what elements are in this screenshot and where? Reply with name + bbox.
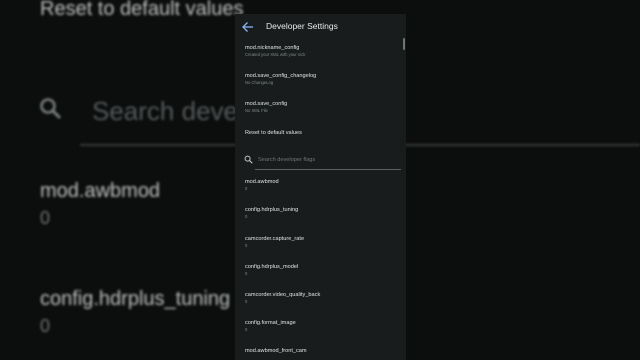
reset-to-default-button[interactable]: Reset to default values	[245, 130, 395, 137]
flag-label: config.hdrplus_model	[245, 264, 299, 270]
bg-search-icon	[40, 98, 62, 120]
setting-value: No ChangeLog	[245, 80, 274, 85]
bg-item1-value: 0	[40, 208, 51, 228]
flag-value: 0	[245, 327, 248, 332]
flag-item[interactable]: camcorder.capture_rate 0	[245, 236, 395, 249]
search-icon	[244, 155, 253, 164]
flag-value: 0	[245, 271, 248, 276]
bg-item2-label: config.hdrplus_tuning	[40, 288, 231, 310]
bg-item1-label: mod.awbmod	[40, 180, 161, 202]
flag-value: 0	[245, 243, 248, 248]
search-bar	[235, 152, 406, 174]
bg-item2-value: 0	[40, 316, 51, 336]
setting-nickname-config[interactable]: mod.nickname_config Created your XML wit…	[245, 45, 395, 58]
flag-value: 0	[245, 186, 248, 191]
flag-value: 0	[245, 214, 248, 219]
flag-label: camcorder.capture_rate	[245, 236, 305, 242]
setting-save-config-changelog[interactable]: mod.save_config_changelog No ChangeLog	[245, 73, 395, 86]
flag-label: config.format_image	[245, 320, 296, 326]
flag-item[interactable]: camcorder.video_quality_back 0	[245, 292, 395, 305]
flag-item[interactable]: mod.awbmod_front_cam	[245, 348, 395, 355]
flag-item[interactable]: config.hdrplus_model 0	[245, 264, 395, 277]
search-input[interactable]	[258, 155, 398, 165]
flag-label: mod.awbmod_front_cam	[245, 348, 307, 354]
flag-label: config.hdrplus_tuning	[245, 207, 299, 213]
developer-settings-screen: Developer Settings mod.nickname_config C…	[235, 14, 406, 360]
reset-label: Reset to default values	[245, 130, 302, 136]
scrollbar-thumb[interactable]	[403, 38, 405, 50]
setting-value: No XML File	[245, 108, 268, 113]
flag-item[interactable]: mod.awbmod 0	[245, 179, 395, 192]
page-title: Developer Settings	[266, 21, 338, 31]
bg-reset-text: Reset to default values	[40, 0, 244, 20]
flag-item[interactable]: config.hdrplus_tuning 0	[245, 207, 395, 220]
bg-search-text: Search develo	[92, 96, 259, 126]
setting-label: mod.save_config	[245, 101, 288, 107]
arrow-back-icon[interactable]	[241, 20, 255, 34]
setting-value: Created your XML with your nick	[245, 52, 306, 57]
setting-label: mod.nickname_config	[245, 45, 300, 51]
flag-value: 0	[245, 299, 248, 304]
flag-label: camcorder.video_quality_back	[245, 292, 321, 298]
flag-label: mod.awbmod	[245, 179, 279, 185]
search-underline	[255, 169, 401, 170]
setting-save-config[interactable]: mod.save_config No XML File	[245, 101, 395, 114]
setting-label: mod.save_config_changelog	[245, 73, 317, 79]
top-app-bar: Developer Settings	[235, 14, 406, 42]
flag-item[interactable]: config.format_image 0	[245, 320, 395, 333]
